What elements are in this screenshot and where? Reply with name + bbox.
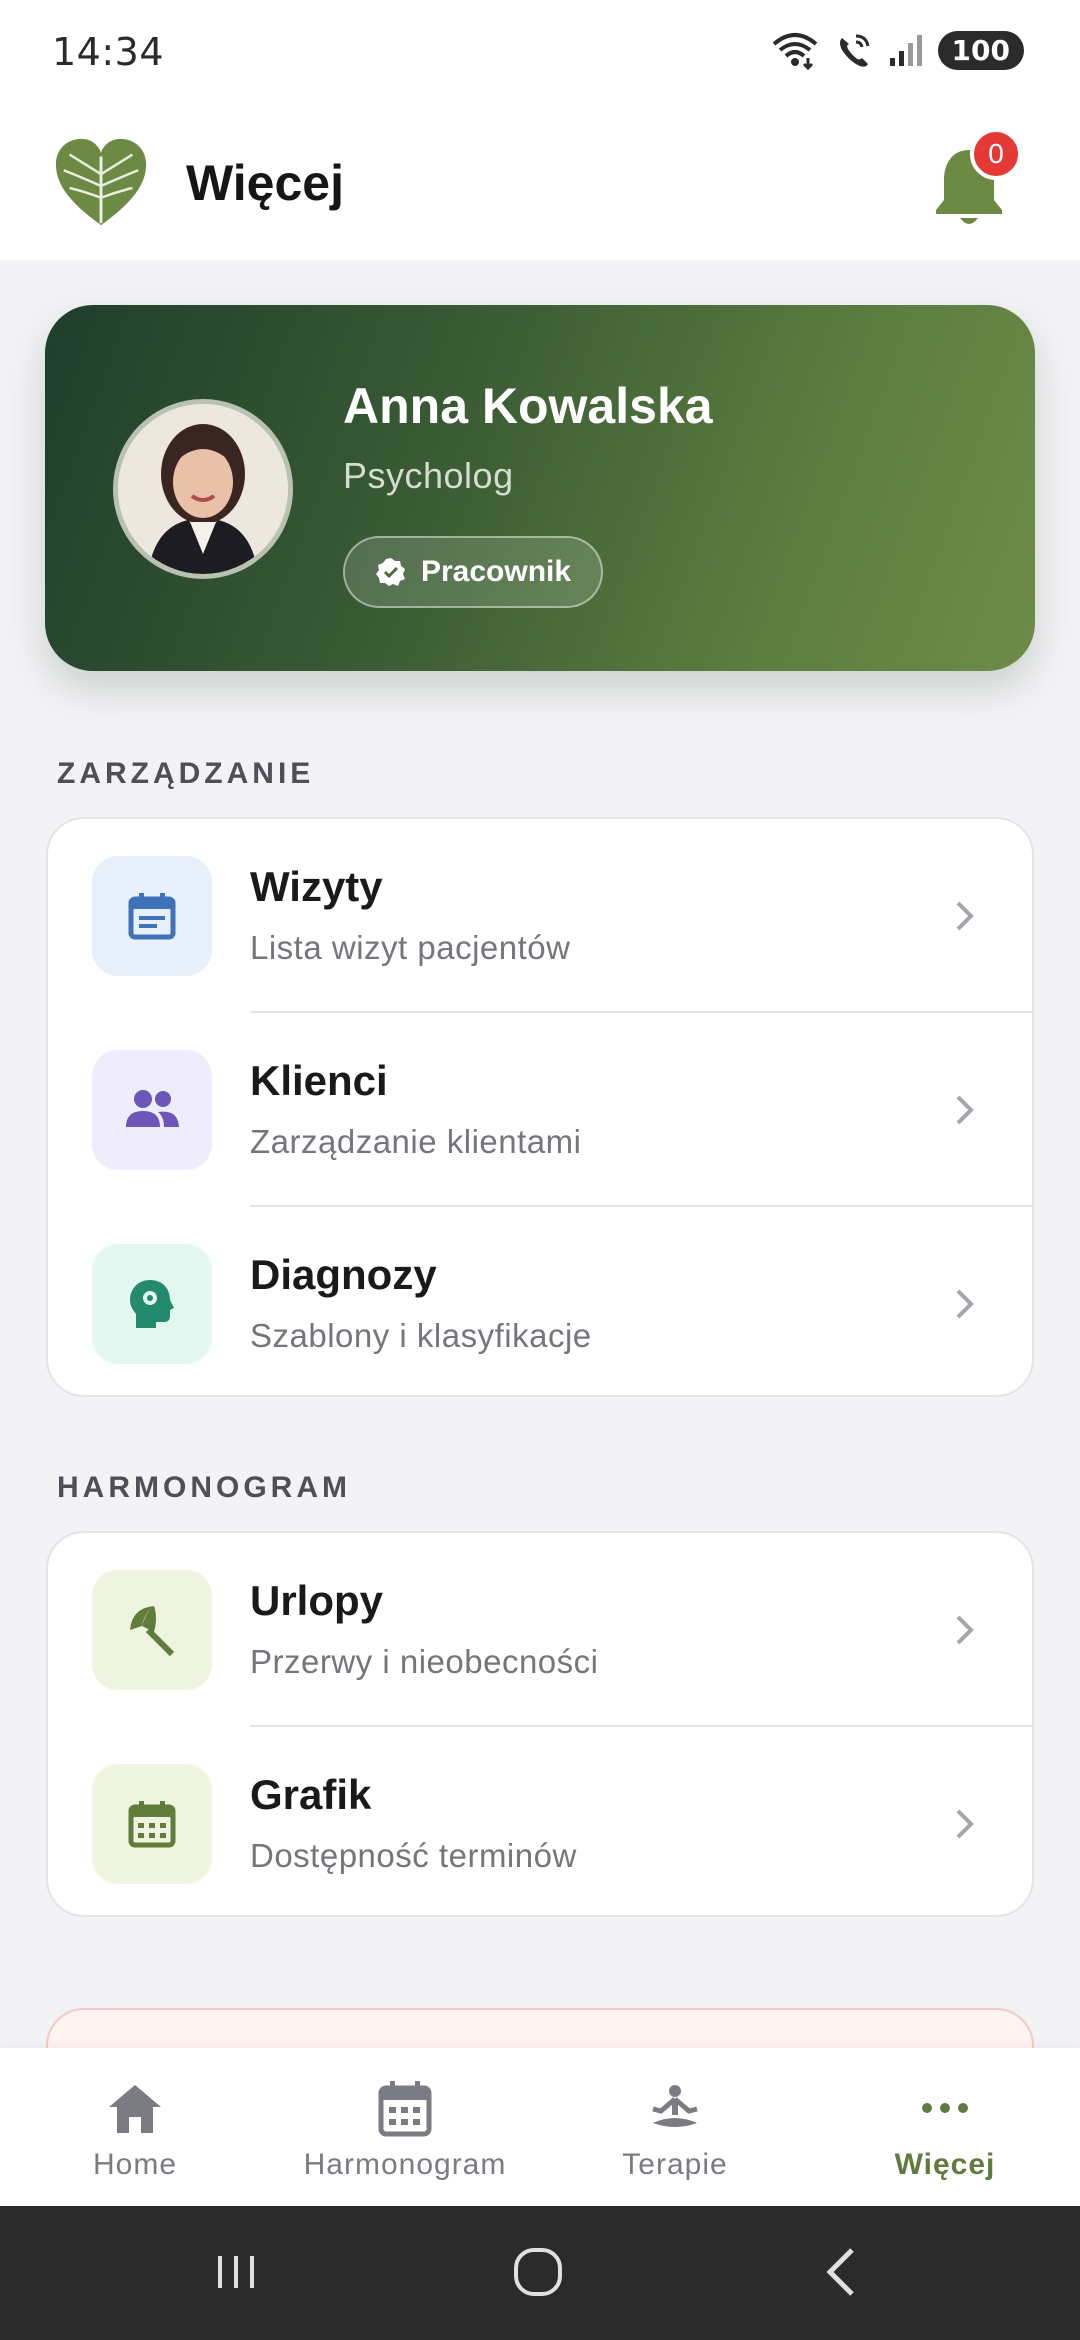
menu-card-zarzadzanie: Wizyty Lista wizyt pacjentów Klienci Zar… (46, 817, 1034, 1397)
verified-icon (376, 558, 405, 586)
nav-item-harmonogram[interactable]: Harmonogram (270, 2048, 540, 2206)
home-icon (103, 2078, 167, 2138)
chevron-right-icon (956, 1289, 974, 1319)
nav-label: Home (92, 2148, 178, 2181)
menu-icon-bg (92, 1570, 212, 1690)
wifi-calling-icon (839, 34, 870, 67)
chevron-right-icon (956, 1809, 974, 1839)
menu-item-title: Klienci (250, 1057, 388, 1104)
more-horizontal-icon (913, 2078, 977, 2138)
status-bar: 14:34 100 (0, 0, 1080, 110)
role-badge-label: Pracownik (421, 555, 572, 588)
meditation-icon (643, 2078, 707, 2138)
menu-card-harmonogram: Urlopy Przerwy i nieobecności Grafik Dos… (46, 1531, 1034, 1917)
nav-label: Harmonogram (303, 2148, 507, 2181)
people-icon (126, 1090, 179, 1127)
menu-icon-bg (92, 856, 212, 976)
signal-icon (889, 35, 922, 66)
calendar-grid-icon (128, 1801, 176, 1848)
chevron-right-icon (956, 901, 974, 931)
nav-item-wiecej[interactable]: Więcej (810, 2048, 1080, 2206)
beach-umbrella-icon (130, 1606, 175, 1657)
menu-icon-bg (92, 1050, 212, 1170)
menu-item-subtitle: Przerwy i nieobecności (250, 1643, 599, 1680)
menu-item-wizyty[interactable]: Wizyty Lista wizyt pacjentów (48, 819, 1032, 1013)
profile-name: Anna Kowalska (343, 378, 713, 434)
home-button-icon[interactable] (508, 2242, 568, 2302)
chevron-right-icon (956, 1615, 974, 1645)
nav-label: Więcej (894, 2148, 996, 2181)
menu-item-klienci[interactable]: Klienci Zarządzanie klientami (48, 1013, 1032, 1207)
menu-item-diagnozy[interactable]: Diagnozy Szablony i klasyfikacje (48, 1207, 1032, 1395)
menu-item-subtitle: Dostępność terminów (250, 1837, 577, 1874)
avatar (113, 399, 293, 579)
bottom-nav: Home Harmonogram Terapie Więcej (0, 2048, 1080, 2206)
role-badge: Pracownik (343, 536, 604, 608)
system-nav-bar (0, 2206, 1080, 2340)
back-icon[interactable] (812, 2242, 872, 2302)
status-time: 14:34 (52, 30, 165, 74)
menu-icon-bg (92, 1244, 212, 1364)
menu-item-title: Wizyty (250, 863, 383, 910)
profile-card[interactable]: Anna Kowalska Psycholog Pracownik (45, 305, 1035, 671)
battery-indicator: 100 (937, 30, 1024, 70)
leaf-heart-logo (55, 138, 147, 226)
section-title-harmonogram: HARMONOGRAM (57, 1471, 351, 1504)
section-title-zarzadzanie: ZARZĄDZANIE (57, 757, 315, 790)
menu-item-grafik[interactable]: Grafik Dostępność terminów (48, 1727, 1032, 1915)
menu-item-subtitle: Lista wizyt pacjentów (250, 929, 571, 966)
menu-item-urlopy[interactable]: Urlopy Przerwy i nieobecności (48, 1533, 1032, 1727)
chevron-right-icon (956, 1095, 974, 1125)
wifi-icon (772, 33, 817, 70)
profile-role: Psycholog (343, 455, 514, 496)
menu-icon-bg (92, 1764, 212, 1884)
nav-label: Terapie (622, 2148, 728, 2181)
menu-item-title: Diagnozy (250, 1251, 437, 1298)
menu-item-subtitle: Szablony i klasyfikacje (250, 1317, 592, 1354)
menu-item-title: Urlopy (250, 1577, 384, 1624)
psychology-icon (130, 1280, 174, 1328)
recent-apps-icon[interactable] (206, 2242, 266, 2302)
menu-item-title: Grafik (250, 1771, 372, 1818)
calendar-icon (373, 2078, 437, 2138)
page-title: Więcej (186, 155, 344, 211)
notification-badge: 0 (970, 128, 1022, 180)
status-icons: 100 (770, 30, 1024, 70)
app-header: Więcej 0 (0, 110, 1080, 260)
nav-item-home[interactable]: Home (0, 2048, 270, 2206)
nav-item-terapie[interactable]: Terapie (540, 2048, 810, 2206)
calendar-event-icon (128, 893, 176, 940)
menu-item-subtitle: Zarządzanie klientami (250, 1123, 582, 1160)
